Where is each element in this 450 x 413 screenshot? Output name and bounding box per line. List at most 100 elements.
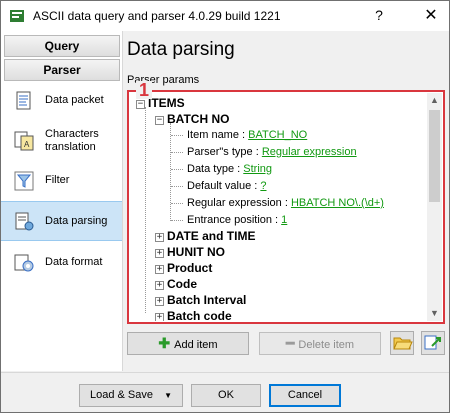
parser-params-tree[interactable]: − ITEMS − BATCH NO Item name : BATCH_NO Pa… (127, 90, 445, 324)
sidebar-header-parser[interactable]: Parser (4, 59, 120, 81)
delete-item-button[interactable]: ━ Delete item (259, 332, 381, 355)
tree-guide-line (145, 107, 146, 313)
main-window: ASCII data query and parser 4.0.29 build… (0, 0, 450, 413)
sidebar-item-label: Data format (45, 256, 103, 268)
param-name: Default value : (187, 180, 261, 192)
tree-node-product[interactable]: + Product (155, 260, 212, 276)
tree-scrollbar[interactable]: ▲ ▼ (427, 93, 442, 321)
tree-node-label: Code (167, 277, 197, 291)
add-item-button[interactable]: ✚ Add item (127, 332, 249, 355)
param-value-link[interactable]: ? (260, 180, 266, 192)
minus-icon: ━ (285, 335, 295, 351)
tree-node-label: Product (167, 261, 213, 275)
load-save-button[interactable]: Load & Save ▼ (79, 384, 183, 407)
sidebar-header-query[interactable]: Query (4, 35, 120, 57)
tree-param-parser-type[interactable]: Parser"s type : Regular expression (187, 144, 357, 160)
param-value-link[interactable]: BATCH_NO (248, 129, 307, 141)
tree-branch (171, 169, 183, 170)
sidebar-item-filter[interactable]: Filter (1, 161, 122, 201)
tree-branch (171, 152, 183, 153)
delete-item-label: Delete item (298, 339, 355, 351)
sidebar-item-data-packet[interactable]: Data packet (1, 81, 122, 121)
filter-icon (14, 171, 34, 191)
sidebar-item-label: Characters translation (45, 128, 99, 154)
help-button[interactable]: ? (369, 7, 389, 23)
scroll-up-icon[interactable]: ▲ (427, 93, 442, 108)
tree-param-item-name[interactable]: Item name : BATCH_NO (187, 127, 307, 143)
annotation-badge: 1 (136, 81, 153, 99)
param-value-link[interactable]: 1 (281, 214, 287, 226)
tree-node-label: BATCH NO (167, 112, 230, 126)
expand-icon[interactable]: + (155, 248, 164, 258)
page-title: Data parsing (127, 39, 235, 60)
import-button[interactable] (421, 331, 445, 355)
tree-node-date-and-time[interactable]: + DATE and TIME (155, 228, 255, 244)
import-icon (424, 335, 441, 350)
sidebar-item-label: Data parsing (45, 215, 108, 227)
tree-branch (171, 186, 183, 187)
tree-branch (171, 203, 183, 204)
tree-content: − ITEMS − BATCH NO Item name : BATCH_NO Pa… (130, 93, 430, 321)
collapse-icon[interactable]: − (155, 115, 164, 125)
param-name: Item name : (187, 129, 249, 141)
title-bar: ASCII data query and parser 4.0.29 build… (1, 1, 449, 31)
open-folder-button[interactable] (390, 331, 414, 355)
param-value-link[interactable]: String (243, 163, 272, 175)
tree-param-entrance-position[interactable]: Entrance position : 1 (187, 212, 287, 228)
characters-translation-icon: A (14, 131, 34, 151)
expand-icon[interactable]: + (155, 264, 164, 274)
tree-node-batch-no[interactable]: − BATCH NO (155, 111, 229, 127)
sidebar-item-label: Filter (45, 174, 70, 186)
sidebar: Query Parser Data packet A Characters tra… (1, 31, 123, 371)
tree-node-batch-code[interactable]: + Batch code (155, 308, 232, 321)
tree-node-label: Batch Interval (167, 293, 247, 307)
tree-node-label: HUNIT NO (167, 245, 225, 259)
footer-divider (1, 372, 449, 373)
scroll-down-icon[interactable]: ▼ (427, 306, 442, 321)
sidebar-item-label-line2: translation (45, 141, 96, 153)
sidebar-item-data-parsing[interactable]: Data parsing (1, 201, 122, 241)
tree-node-label: ITEMS (148, 96, 185, 110)
dropdown-arrow-icon: ▼ (164, 391, 172, 400)
param-value-link[interactable]: Regular expression (262, 146, 357, 158)
scroll-thumb[interactable] (429, 110, 440, 202)
tree-param-default-value[interactable]: Default value : ? (187, 178, 267, 194)
data-parsing-icon (15, 212, 34, 231)
tree-node-label: DATE and TIME (167, 229, 256, 243)
param-name: Entrance position : (187, 214, 282, 226)
add-item-label: Add item (174, 339, 218, 351)
param-name: Data type : (187, 163, 244, 175)
cancel-button[interactable]: Cancel (269, 384, 341, 407)
plus-icon: ✚ (158, 335, 171, 351)
sidebar-item-label: Data packet (45, 94, 104, 106)
param-name: Regular expression : (187, 197, 291, 209)
sidebar-item-characters-translation[interactable]: A Characters translation (1, 121, 122, 161)
tree-param-regular-expression[interactable]: Regular expression : HBATCH NO\.(\d+) (187, 195, 384, 211)
tree-node-hunit-no[interactable]: + HUNIT NO (155, 244, 225, 260)
tree-branch (171, 135, 183, 136)
data-packet-icon (16, 91, 31, 110)
collapse-icon[interactable]: − (136, 99, 145, 109)
sidebar-item-label-line1: Characters (45, 128, 99, 140)
param-name: Parser"s type : (187, 146, 262, 158)
expand-icon[interactable]: + (155, 280, 164, 290)
expand-icon[interactable]: + (155, 232, 164, 242)
ok-button[interactable]: OK (191, 384, 261, 407)
svg-text:A: A (24, 140, 30, 149)
app-icon (10, 10, 24, 22)
expand-icon[interactable]: + (155, 312, 164, 321)
window-title: ASCII data query and parser 4.0.29 build… (33, 9, 281, 23)
tree-node-batch-interval[interactable]: + Batch Interval (155, 292, 246, 308)
tree-param-data-type[interactable]: Data type : String (187, 161, 272, 177)
tree-node-label: Batch code (167, 309, 232, 321)
tree-guide-line (170, 123, 171, 221)
load-save-label: Load & Save (90, 389, 153, 401)
tree-node-code[interactable]: + Code (155, 276, 197, 292)
close-button[interactable]: ✕ (421, 5, 441, 25)
sidebar-item-data-format[interactable]: Data format (1, 243, 122, 283)
param-value-link[interactable]: HBATCH NO\.(\d+) (291, 197, 384, 209)
tree-branch (171, 220, 183, 221)
expand-icon[interactable]: + (155, 296, 164, 306)
folder-open-icon (393, 337, 413, 350)
data-format-icon (14, 254, 34, 272)
